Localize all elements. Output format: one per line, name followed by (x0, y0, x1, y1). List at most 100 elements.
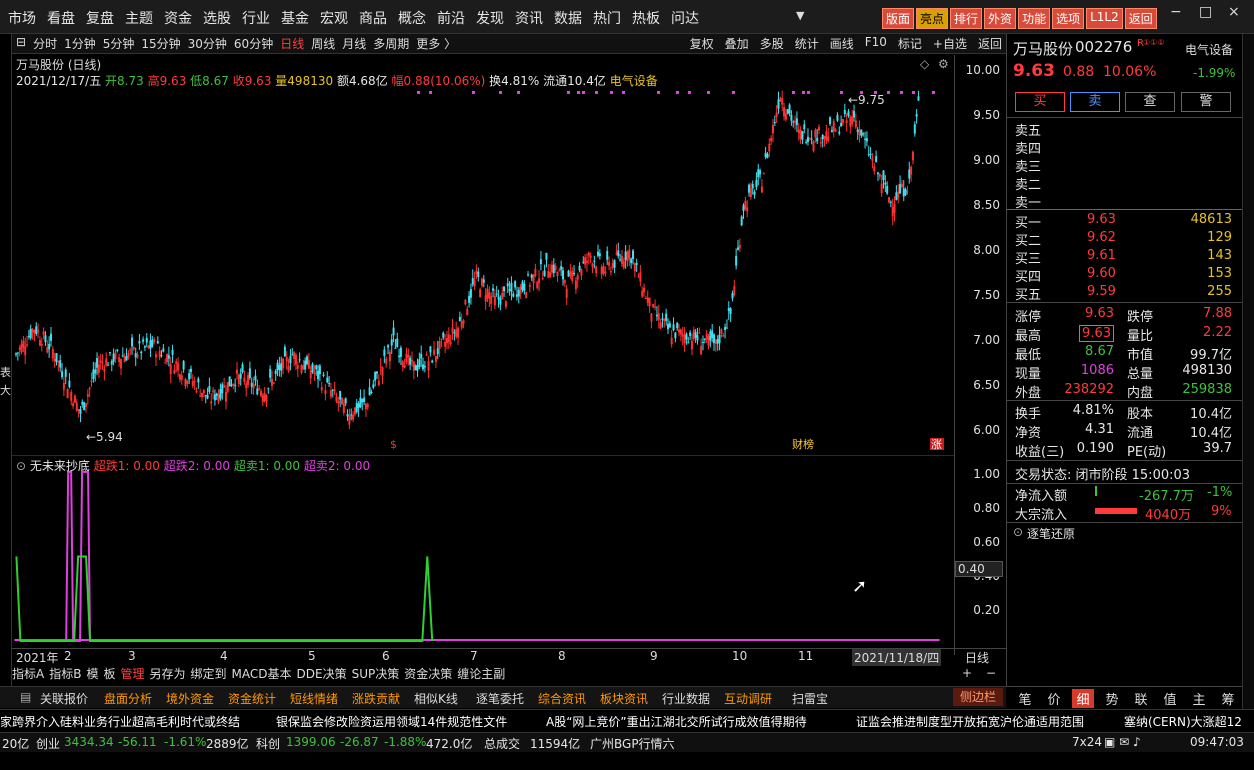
zhang-marker[interactable]: 涨 (931, 438, 942, 450)
function-tab[interactable]: 综合资讯 (538, 690, 586, 707)
quote-tab[interactable]: 主 (1188, 689, 1210, 708)
sector-name[interactable]: 电气设备 (1185, 41, 1233, 58)
quote-tab[interactable]: 筹 (1217, 689, 1239, 708)
bang-marker[interactable]: 财榜 (792, 437, 814, 450)
grid-size[interactable]: 7x24 (1072, 735, 1102, 749)
top-button[interactable]: 外资 (984, 8, 1017, 29)
indicator-tab[interactable]: 管理 (120, 667, 144, 681)
menu-item[interactable]: 主题 (121, 8, 160, 28)
quote-tab[interactable]: 细 (1072, 689, 1094, 708)
function-tab[interactable]: 盘面分析 (104, 690, 152, 707)
tool-tab[interactable]: 多股 (760, 35, 784, 52)
indicator-tab[interactable]: MACD基本 (232, 667, 292, 681)
function-tab[interactable]: 板块资讯 (600, 690, 648, 707)
period-tab[interactable]: 日线 (280, 35, 304, 52)
menu-item[interactable]: 发现 (472, 8, 511, 28)
buy-button[interactable]: 买 (1015, 92, 1065, 112)
sell-level[interactable]: 卖二 (1015, 174, 1241, 193)
function-tab[interactable]: 互动调研 (724, 690, 772, 707)
period-tab[interactable]: 30分钟 (188, 35, 227, 52)
indicator-tab[interactable]: 模 (86, 667, 98, 681)
period-tab[interactable]: 1分钟 (64, 35, 96, 52)
sell-level[interactable]: 卖三 (1015, 156, 1241, 175)
menu-item[interactable]: 行业 (238, 8, 277, 28)
sell-button[interactable]: 卖 (1070, 92, 1120, 112)
market-server[interactable]: 广州BGP行情六 (590, 735, 675, 752)
function-tab[interactable]: 短线情绪 (290, 690, 338, 707)
period-tab[interactable]: 15分钟 (141, 35, 180, 52)
sell-level[interactable]: 卖五 (1015, 120, 1241, 139)
top-button[interactable]: L1L2 (1086, 8, 1123, 29)
top-button[interactable]: 版面 (882, 8, 915, 29)
function-tab[interactable]: 逐笔委托 (476, 690, 524, 707)
period-tab[interactable]: 周线 (311, 35, 335, 52)
function-tab[interactable]: 行业数据 (662, 690, 710, 707)
tool-tab[interactable]: F10 (865, 35, 887, 52)
tool-tab[interactable]: 复权 (690, 35, 714, 52)
quote-tab[interactable]: 价 (1043, 689, 1065, 708)
menu-item[interactable]: 市场 (4, 8, 43, 28)
function-tab[interactable]: 境外资金 (166, 690, 214, 707)
menu-item[interactable]: 商品 (355, 8, 394, 28)
function-tab[interactable]: 扫雷宝 (792, 690, 828, 707)
indicator-tab[interactable]: 板 (103, 667, 115, 681)
quote-tab[interactable]: 值 (1159, 689, 1181, 708)
period-tab[interactable]: 月线 (342, 35, 366, 52)
tool-tab[interactable]: 返回 (978, 35, 1002, 52)
top-button[interactable]: 亮点 (916, 8, 949, 29)
menu-item[interactable]: 资讯 (511, 8, 550, 28)
indicator-tab[interactable]: 缠论主副 (457, 667, 505, 681)
sidebar-toggle[interactable]: 侧边栏 (953, 688, 1003, 706)
period-tab[interactable]: 分时 (33, 35, 57, 52)
tool-tab[interactable]: 统计 (795, 35, 819, 52)
menu-dropdown-icon[interactable]: ▼ (796, 9, 804, 22)
menu-item[interactable]: 复盘 (82, 8, 121, 28)
indicator-chart[interactable] (12, 455, 954, 648)
candlestick-chart[interactable]: ←9.75 ←5.94 $ 财榜 涨 (12, 55, 954, 450)
add-pane-button[interactable]: + (962, 666, 972, 680)
menu-item[interactable]: 数据 (550, 8, 589, 28)
function-tab[interactable]: 相似K线 (414, 690, 458, 707)
top-button[interactable]: 选项 (1052, 8, 1085, 29)
s-marker[interactable]: $ (390, 438, 397, 450)
function-tab[interactable]: 关联报价 (40, 690, 88, 707)
tool-tab[interactable]: 标记 (898, 35, 922, 52)
menu-item[interactable]: 概念 (394, 8, 433, 28)
sell-level[interactable]: 卖四 (1015, 138, 1241, 157)
quote-tab[interactable]: 笔 (1014, 689, 1036, 708)
function-menu-icon[interactable]: ▤ (20, 690, 31, 704)
news-headline[interactable]: 家跨界介入硅料业务行业超高毛利时代或终结 (0, 713, 240, 730)
expand-icon[interactable]: ⊙ (1013, 525, 1023, 539)
collapse-icon[interactable]: ⊙ (16, 459, 26, 473)
query-button[interactable]: 查 (1125, 92, 1175, 112)
indicator-tab[interactable]: 资金决策 (404, 667, 452, 681)
period-tab[interactable]: 多周期 (373, 35, 409, 52)
tool-tab[interactable]: 叠加 (725, 35, 749, 52)
close-button[interactable]: × (1228, 4, 1240, 20)
menu-item[interactable]: 宏观 (316, 8, 355, 28)
news-headline[interactable]: 塞纳(CERN)大涨超12 (1124, 713, 1242, 730)
alert-button[interactable]: 警 (1181, 92, 1231, 112)
indicator-tab[interactable]: 绑定到 (191, 667, 227, 681)
period-tab[interactable]: 60分钟 (234, 35, 273, 52)
top-button[interactable]: 排行 (950, 8, 983, 29)
indicator-tab[interactable]: 指标B (49, 667, 81, 681)
news-headline[interactable]: 证监会推进制度型开放拓宽沪伦通适用范围 (856, 713, 1084, 730)
menu-item[interactable]: 选股 (199, 8, 238, 28)
indicator-tab[interactable]: DDE决策 (297, 667, 347, 681)
menu-item[interactable]: 基金 (277, 8, 316, 28)
menu-item[interactable]: 看盘 (43, 8, 82, 28)
top-button[interactable]: 功能 (1018, 8, 1051, 29)
lock-icon[interactable]: ▣ ✉ ♪ (1104, 735, 1141, 749)
indicator-tab[interactable]: 指标A (12, 667, 44, 681)
restore-button[interactable]: 逐笔还原 (1027, 525, 1075, 542)
period-tab[interactable]: 5分钟 (103, 35, 135, 52)
top-button[interactable]: 返回 (1124, 8, 1157, 29)
function-tab[interactable]: 资金统计 (228, 690, 276, 707)
tool-tab[interactable]: 画线 (830, 35, 854, 52)
minimize-button[interactable]: − (1170, 4, 1182, 20)
quote-tab[interactable]: 联 (1130, 689, 1152, 708)
menu-item[interactable]: 热门 (589, 8, 628, 28)
news-headline[interactable]: A股“网上竞价”重出江湖北交所试行成效值得期待 (546, 713, 807, 730)
menu-item[interactable]: 问达 (667, 8, 706, 28)
